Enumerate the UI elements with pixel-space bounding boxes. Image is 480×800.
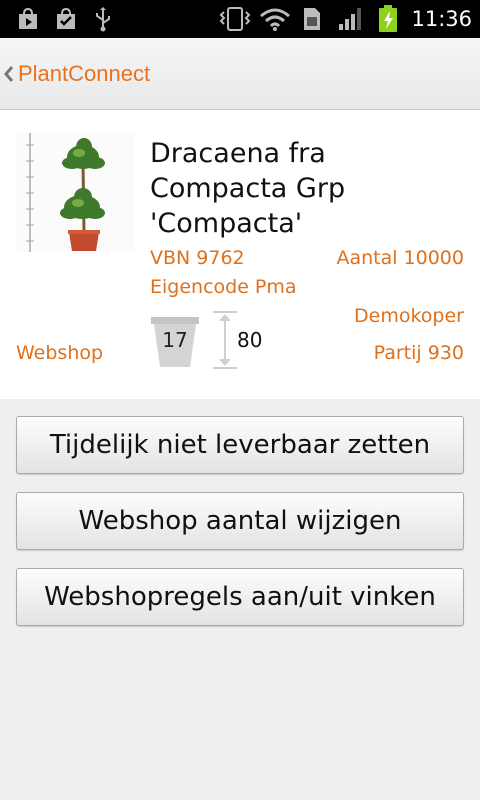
sim-icon (300, 0, 324, 38)
amount-label: Aantal 10000 (336, 247, 464, 269)
play-store-icon (14, 0, 42, 38)
back-chevron-icon[interactable] (1, 38, 17, 110)
webshop-label: Webshop (16, 342, 104, 364)
action-bar: PlantConnect (0, 38, 480, 110)
own-code: Eigencode Pma (150, 276, 297, 298)
status-bar: 11:36 (0, 0, 480, 38)
battery-charging-icon (376, 0, 400, 38)
product-panel: Dracaena fra Compacta Grp 'Compacta' VBN… (0, 110, 480, 399)
pot-size: 17 (162, 328, 188, 352)
toggle-webshop-rules-button[interactable]: Webshopregels aan/uit vinken (16, 568, 464, 626)
set-unavailable-button[interactable]: Tijdelijk niet leverbaar zetten (16, 416, 464, 474)
shopping-bag-icon (52, 0, 80, 38)
product-name: Dracaena fra Compacta Grp 'Compacta' (150, 138, 346, 239)
signal-icon (336, 0, 366, 38)
status-time: 11:36 (411, 7, 472, 31)
vibrate-icon (218, 0, 252, 38)
plant-height: 80 (237, 328, 263, 352)
app-title[interactable]: PlantConnect (18, 38, 150, 110)
product-image (16, 133, 134, 252)
vbn-code: VBN 9762 (150, 247, 245, 269)
usb-icon (90, 0, 116, 38)
wifi-icon (258, 0, 292, 38)
change-webshop-amount-button[interactable]: Webshop aantal wijzigen (16, 492, 464, 550)
batch-label: Partij 930 (373, 342, 464, 364)
customer-name: Demokoper (354, 305, 464, 327)
height-indicator-icon (212, 310, 238, 370)
